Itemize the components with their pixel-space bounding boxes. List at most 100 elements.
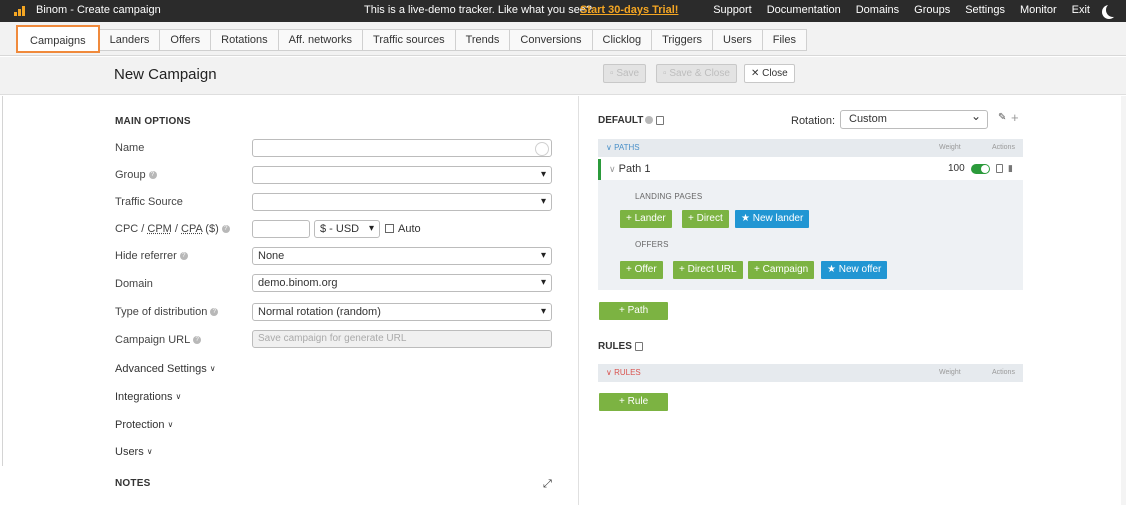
nav-monitor[interactable]: Monitor (1020, 4, 1057, 16)
rotation-select[interactable]: Custom (840, 108, 988, 129)
users-toggle[interactable]: Users ∨ (115, 446, 153, 458)
close-icon: ✕ (751, 68, 760, 79)
trash-icon[interactable]: ▮ (1008, 163, 1013, 174)
top-bar: Binom - Create campaign This is a live-d… (0, 0, 1126, 22)
close-button[interactable]: ✕ Close (744, 64, 795, 83)
help-icon (645, 116, 654, 125)
group-select[interactable] (252, 166, 552, 184)
help-icon: ? (193, 336, 202, 345)
tab-users[interactable]: Users (713, 29, 763, 51)
new-lander-button[interactable]: ★ New lander (735, 210, 810, 228)
auto-checkbox[interactable]: Auto (385, 223, 421, 235)
copy-icon[interactable] (656, 115, 665, 125)
nav-groups[interactable]: Groups (914, 4, 950, 16)
help-icon: ? (221, 225, 230, 234)
chevron-down-icon: ∨ (167, 420, 174, 429)
traffic-source-label: Traffic Source (115, 196, 183, 208)
add-offer-button[interactable]: + Offer (620, 261, 663, 279)
chevron-down-icon: ∨ (146, 447, 153, 456)
plus-icon[interactable]: + (1011, 110, 1019, 125)
checkbox-icon[interactable] (385, 224, 394, 233)
help-icon: ? (179, 252, 188, 261)
offers-label: OFFERS (635, 240, 669, 249)
nav-settings[interactable]: Settings (965, 4, 1005, 16)
save-button[interactable]: ▫ Save (603, 64, 647, 83)
tab-landers[interactable]: Landers (99, 29, 161, 51)
copy-icon[interactable] (634, 341, 643, 351)
help-icon: ? (210, 308, 219, 317)
nav-documentation[interactable]: Documentation (767, 4, 841, 16)
main-options-heading: MAIN OPTIONS (115, 116, 191, 127)
tab-files[interactable]: Files (762, 29, 807, 51)
rules-title: RULES (598, 341, 643, 352)
tab-clicklog[interactable]: Clicklog (592, 29, 653, 51)
tab-rotations[interactable]: Rotations (211, 29, 279, 51)
weight-column: Weight (939, 144, 961, 151)
new-offer-button[interactable]: ★ New offer (821, 261, 888, 279)
default-rotation-title: DEFAULT (598, 115, 665, 126)
weight-column: Weight (939, 369, 961, 376)
paths-header: ∨ PATHS Weight Actions (598, 139, 1023, 157)
path-toggle[interactable] (971, 164, 990, 174)
campaign-url-label: Campaign URL? (115, 334, 202, 346)
actions-column: Actions (992, 369, 1015, 376)
group-label: Group? (115, 169, 157, 181)
tab-campaigns[interactable]: Campaigns (16, 25, 100, 53)
tab-offers[interactable]: Offers (160, 29, 212, 51)
help-icon: ? (148, 171, 157, 180)
notes-heading: NOTES (115, 478, 151, 489)
save-close-button[interactable]: ▫ Save & Close (656, 64, 737, 83)
nav-exit[interactable]: Exit (1072, 4, 1090, 16)
paths-header-label[interactable]: ∨ PATHS (606, 143, 640, 152)
page-header: New Campaign ▫ Save ▫ Save & Close ✕ Clo… (0, 57, 1126, 95)
integrations-toggle[interactable]: Integrations ∨ (115, 391, 181, 403)
add-campaign-button[interactable]: + Campaign (748, 261, 815, 279)
rules-header-label[interactable]: ∨ RULES (606, 368, 641, 377)
rotation-label: Rotation: (791, 115, 836, 127)
add-path-button[interactable]: + Path (599, 302, 669, 320)
tab-aff-networks[interactable]: Aff. networks (278, 29, 364, 51)
name-label: Name (115, 142, 145, 154)
cpc-input[interactable] (252, 220, 310, 238)
left-border (2, 96, 3, 466)
traffic-source-select[interactable] (252, 193, 552, 211)
tab-trends[interactable]: Trends (455, 29, 511, 51)
add-lander-button[interactable]: + Lander (620, 210, 672, 228)
path-row: ∨ Path 1 100 ▮ (598, 159, 1023, 180)
protection-toggle[interactable]: Protection ∨ (115, 419, 173, 431)
add-rule-button[interactable]: + Rule (599, 393, 669, 411)
expand-icon[interactable]: ⤢ (543, 478, 552, 491)
trial-link[interactable]: Start 30-days Trial! (580, 4, 678, 16)
binom-logo-icon (14, 6, 28, 16)
landing-pages-label: LANDING PAGES (635, 192, 703, 201)
tab-traffic-sources[interactable]: Traffic sources (363, 29, 456, 51)
nav-support[interactable]: Support (713, 4, 752, 16)
currency-select[interactable]: $ - USD (314, 220, 380, 238)
cpc-label: CPC / CPM / CPA ($)? (115, 223, 230, 235)
tab-conversions[interactable]: Conversions (510, 29, 593, 51)
nav-domains[interactable]: Domains (856, 4, 899, 16)
scrollbar[interactable] (1121, 96, 1126, 505)
name-field[interactable] (252, 139, 552, 157)
hide-referrer-label: Hide referrer? (115, 250, 188, 262)
tab-triggers[interactable]: Triggers (652, 29, 713, 51)
advanced-settings-toggle[interactable]: Advanced Settings ∨ (115, 363, 216, 375)
hide-referrer-select[interactable]: None (252, 247, 552, 265)
path-weight[interactable]: 100 (948, 163, 965, 174)
distribution-select[interactable]: Normal rotation (random) (252, 303, 552, 321)
panel-divider (578, 96, 579, 505)
add-direct-button[interactable]: + Direct (682, 210, 729, 228)
path-name[interactable]: ∨ Path 1 (609, 163, 650, 175)
pin-icon[interactable]: ✎ (998, 112, 1006, 123)
actions-column: Actions (992, 144, 1015, 151)
add-direct-url-button[interactable]: + Direct URL (673, 261, 743, 279)
copy-icon[interactable] (996, 164, 1003, 173)
distribution-label: Type of distribution? (115, 306, 219, 318)
domain-select[interactable]: demo.binom.org (252, 274, 552, 292)
dark-mode-icon[interactable] (1106, 3, 1120, 17)
chevron-down-icon: ∨ (175, 392, 182, 401)
page-title: New Campaign (114, 66, 217, 83)
top-nav: Support Documentation Domains Groups Set… (713, 4, 1090, 16)
domain-label: Domain (115, 278, 153, 290)
campaign-url-field[interactable]: Save campaign for generate URL (252, 330, 552, 348)
